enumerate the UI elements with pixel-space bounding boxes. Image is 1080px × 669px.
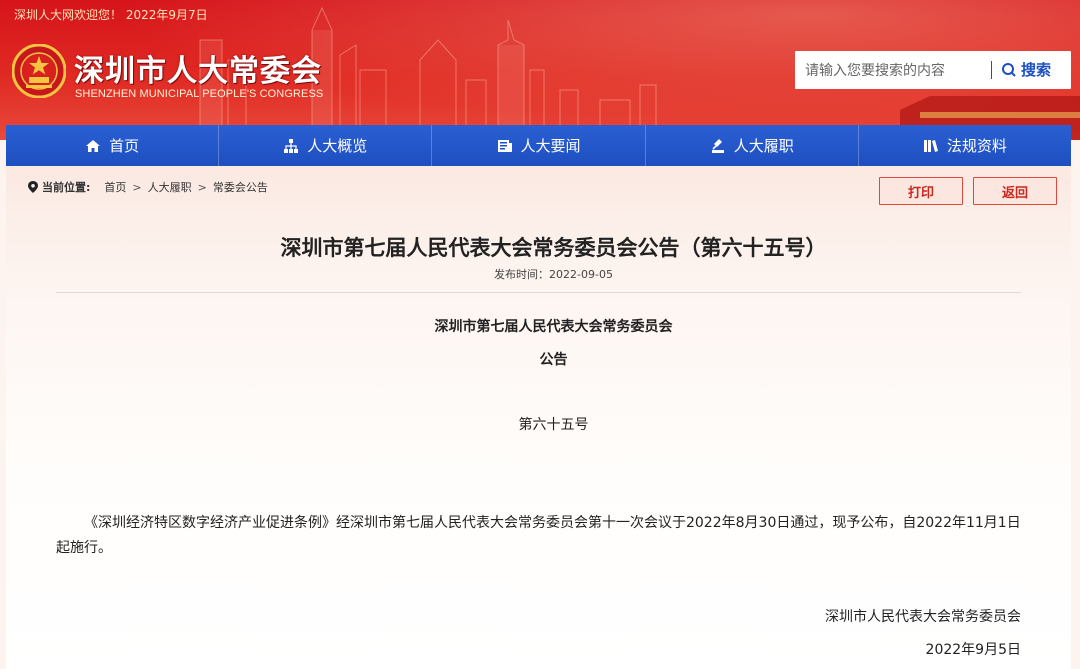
- books-icon: [923, 139, 938, 152]
- national-emblem-icon: [12, 44, 66, 98]
- welcome-text: 深圳人大网欢迎您！ 2022年9月7日: [14, 8, 208, 22]
- breadcrumb-link-duty[interactable]: 人大履职: [148, 179, 192, 195]
- breadcrumb-link-announcement[interactable]: 常委会公告: [213, 179, 268, 195]
- search-button[interactable]: 搜索: [1001, 51, 1051, 89]
- breadcrumb-separator: >: [132, 180, 142, 194]
- header-banner: 深圳人大网欢迎您！ 2022年9月7日 深圳市人大常委会 SHENZHEN MU…: [0, 0, 1080, 140]
- print-button[interactable]: 打印: [879, 177, 963, 205]
- org-chart-icon: [284, 138, 299, 153]
- nav-item-overview[interactable]: 人大概览: [219, 125, 433, 166]
- nav-item-label: 人大履职: [733, 137, 794, 155]
- nav-item-label: 法规资料: [946, 137, 1007, 155]
- publish-time: 发布时间：2022-09-05: [494, 268, 613, 281]
- nav-item-duty[interactable]: 人大履职: [646, 125, 859, 166]
- breadcrumb: 当前位置: 首页 > 人大履职 > 常委会公告: [28, 179, 268, 195]
- nav-item-label: 首页: [109, 137, 140, 155]
- breadcrumb-link-home[interactable]: 首页: [104, 179, 126, 195]
- signature: 深圳市人民代表大会常务委员会: [825, 609, 1021, 625]
- nav-item-home[interactable]: 首页: [6, 125, 220, 166]
- article-panel: 当前位置: 首页 > 人大履职 > 常委会公告 打印 返回 深圳市第七届人民代表…: [6, 166, 1071, 669]
- sign-date: 2022年9月5日: [925, 642, 1021, 658]
- announcement-number: 第六十五号: [518, 417, 589, 433]
- location-pin-icon: [28, 181, 38, 193]
- doc-type-heading: 公告: [539, 352, 568, 368]
- nav-item-news[interactable]: 人大要闻: [432, 125, 646, 166]
- news-icon: [497, 139, 512, 152]
- article-title: 深圳市第七届人民代表大会常务委员会公告（第六十五号）: [280, 236, 827, 260]
- search-input[interactable]: [803, 51, 977, 91]
- nav-item-label: 人大概览: [307, 137, 368, 155]
- search-button-label: 搜索: [1021, 61, 1052, 79]
- nav-item-label: 人大要闻: [520, 137, 581, 155]
- duty-icon: [711, 138, 724, 153]
- article-body: 《深圳经济特区数字经济产业促进条例》经深圳市第七届人民代表大会常务委员会第十一次…: [56, 515, 1021, 556]
- breadcrumb-label: 当前位置:: [42, 181, 91, 194]
- back-button[interactable]: 返回: [973, 177, 1057, 205]
- search-box: 搜索: [795, 51, 1071, 91]
- breadcrumb-separator: >: [197, 180, 207, 194]
- nav-item-laws[interactable]: 法规资料: [859, 125, 1071, 166]
- search-divider: [991, 61, 992, 79]
- main-nav: 首页 人大概览 人大要闻 人大履职 法规资料: [6, 125, 1071, 166]
- search-icon: [1002, 63, 1016, 77]
- home-icon: [86, 139, 101, 152]
- site-subtitle: SHENZHEN MUNICIPAL PEOPLE'S CONGRESS: [75, 88, 324, 100]
- site-title: 深圳市人大常委会: [74, 54, 322, 89]
- title-divider: [56, 292, 1021, 293]
- issuer-heading: 深圳市第七届人民代表大会常务委员会: [434, 319, 673, 335]
